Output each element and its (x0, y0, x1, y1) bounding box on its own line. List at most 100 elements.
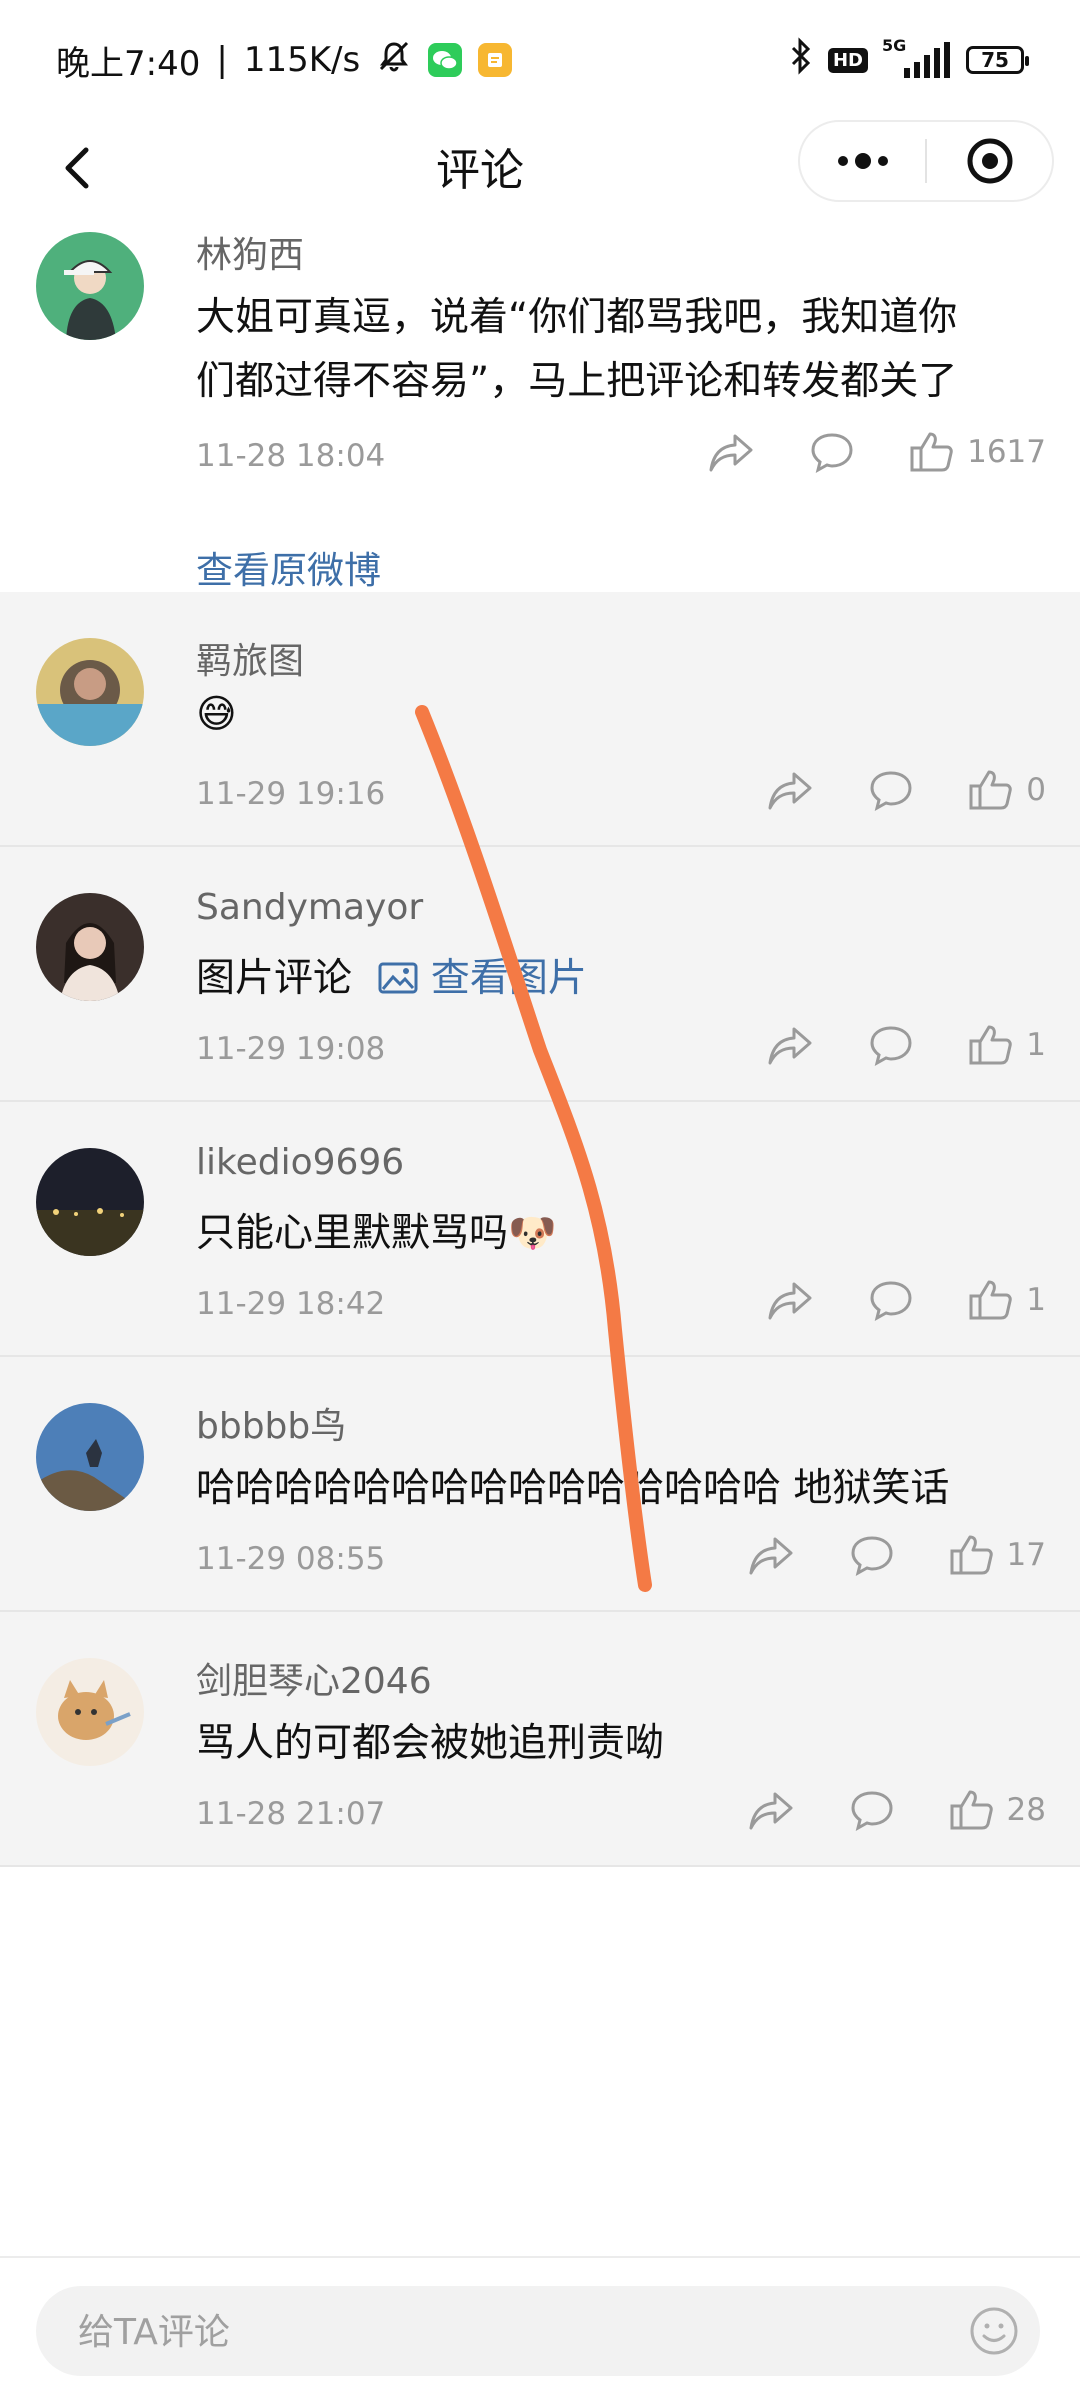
like-button[interactable]: 1 (968, 1023, 1046, 1067)
thumbs-up-icon (950, 1790, 993, 1830)
reply-content-row: 只能心里默默骂吗🐶 (196, 1202, 557, 1258)
reply-button[interactable] (868, 768, 914, 812)
comment-actions: 1617 (707, 430, 1046, 474)
reply-actions: 28 (747, 1788, 1046, 1832)
signal-icon: 5G (882, 36, 952, 80)
mute-icon (376, 38, 412, 83)
reply-button[interactable] (849, 1788, 895, 1832)
reply-actions: 0 (766, 768, 1046, 812)
comment-input[interactable] (76, 2286, 940, 2378)
reply-item: bbbbb鸟 哈哈哈哈哈哈哈哈哈哈哈哈哈哈哈 地狱笑话 11-29 08:55 … (0, 1357, 1080, 1612)
emoji-button[interactable] (968, 2305, 1020, 2357)
avatar[interactable] (36, 638, 144, 746)
reply-time: 11-29 19:08 (196, 1031, 386, 1067)
reply-actions: 1 (766, 1278, 1046, 1322)
reply-item: 剑胆琴心2046 骂人的可都会被她追刑责呦 11-28 21:07 28 (0, 1612, 1080, 1867)
bluetooth-icon (788, 36, 814, 84)
share-button[interactable] (766, 1023, 814, 1067)
thumbs-up-icon (969, 1025, 1013, 1065)
reply-item: Sandymayor 图片评论 查看图片 11-29 19:08 1 (0, 847, 1080, 1102)
share-icon (768, 1282, 812, 1320)
like-button[interactable]: 17 (949, 1533, 1046, 1577)
close-miniprogram-button[interactable] (927, 122, 1052, 200)
miniprogram-capsule (798, 120, 1054, 202)
avatar[interactable] (36, 1148, 144, 1256)
reply-item: likedio9696 只能心里默默骂吗🐶 11-29 18:42 1 (0, 1102, 1080, 1357)
comment-bubble-icon (870, 1281, 912, 1321)
like-count: 0 (1026, 772, 1046, 808)
like-count: 1 (1026, 1027, 1046, 1063)
like-count: 17 (1006, 1537, 1046, 1573)
image-icon (378, 962, 418, 994)
comment-bubble-icon (870, 1026, 912, 1066)
reply-button[interactable] (868, 1023, 914, 1067)
thumbs-up-icon (950, 1535, 993, 1575)
status-left: 晚上7:40 | 115K/s (56, 36, 513, 85)
status-bar: 晚上7:40 | 115K/s HD 5G 75 (0, 0, 1080, 120)
reply-username[interactable]: Sandymayor (196, 887, 423, 928)
avatar[interactable] (36, 893, 144, 1001)
main-comment: 林狗西 大姐可真逗，说着“你们都骂我吧，我知道你 们都过得不容易”，马上把评论和… (0, 212, 1080, 592)
reply-username[interactable]: 羁旅图 (196, 632, 304, 684)
comment-username[interactable]: 林狗西 (196, 226, 304, 278)
comment-box (36, 2286, 1040, 2378)
network-speed: 115K/s (243, 40, 361, 80)
reply-content: 只能心里默默骂吗 (196, 1211, 509, 1256)
more-dots-icon (837, 153, 888, 169)
comment-bubble-icon (811, 433, 853, 473)
reply-time: 11-29 18:42 (196, 1286, 386, 1322)
thumbs-up-icon (910, 432, 953, 472)
reply-content: 哈哈哈哈哈哈哈哈哈哈哈哈哈哈哈 地狱笑话 (196, 1466, 950, 1511)
avatar[interactable] (36, 1403, 144, 1511)
smiley-icon (970, 2307, 1018, 2355)
like-button[interactable]: 1617 (909, 430, 1046, 474)
reply-actions: 17 (747, 1533, 1046, 1577)
thumbs-up-icon (969, 1280, 1013, 1320)
battery-indicator: 75 (966, 46, 1029, 74)
reply-item: 羁旅图 😅 11-29 19:16 0 (0, 592, 1080, 847)
share-icon (749, 1792, 793, 1830)
reply-content-row: 图片评论 查看图片 (196, 947, 587, 1003)
reply-time: 11-29 08:55 (196, 1541, 386, 1577)
thumbs-up-icon (969, 770, 1013, 810)
like-button[interactable]: 28 (949, 1788, 1046, 1832)
share-button[interactable] (766, 768, 814, 812)
comment-time: 11-28 18:04 (196, 438, 386, 474)
like-count: 1617 (967, 434, 1046, 470)
comment-bubble-icon (851, 1791, 893, 1831)
share-button[interactable] (766, 1278, 814, 1322)
comment-content-line1: 大姐可真逗，说着“你们都骂我吧，我知道你 (196, 295, 958, 340)
comment-bubble-icon (851, 1536, 893, 1576)
nav-bar: 评论 (0, 120, 1080, 212)
like-count: 28 (1006, 1792, 1046, 1828)
avatar[interactable] (36, 232, 144, 340)
reply-button[interactable] (849, 1533, 895, 1577)
notes-icon (478, 43, 513, 77)
like-button[interactable]: 0 (968, 768, 1046, 812)
reply-button[interactable] (809, 430, 855, 474)
status-right: HD 5G 75 (788, 36, 1029, 84)
like-count: 1 (1026, 1282, 1046, 1318)
reply-actions: 1 (766, 1023, 1046, 1067)
avatar[interactable] (36, 1658, 144, 1766)
like-button[interactable]: 1 (968, 1278, 1046, 1322)
reply-content: 图片评论 (196, 956, 353, 1001)
share-button[interactable] (707, 430, 755, 474)
more-button[interactable] (800, 122, 925, 200)
reply-username[interactable]: bbbbb鸟 (196, 1397, 346, 1449)
reply-list: 羁旅图 😅 11-29 19:16 0 Sandymayor 图片评论 查看图片… (0, 592, 1080, 1867)
comment-bubble-icon (870, 771, 912, 811)
share-icon (768, 772, 812, 810)
view-image-label: 查看图片 (430, 956, 587, 1001)
reply-content: 😅 (196, 692, 237, 737)
status-separator: | (216, 40, 228, 80)
reply-button[interactable] (868, 1278, 914, 1322)
reply-username[interactable]: 剑胆琴心2046 (196, 1652, 432, 1704)
share-button[interactable] (747, 1788, 795, 1832)
view-image-link[interactable]: 查看图片 (378, 956, 587, 1001)
share-button[interactable] (747, 1533, 795, 1577)
share-icon (768, 1027, 812, 1065)
doge-emoji: 🐶 (508, 1211, 557, 1256)
view-original-link[interactable]: 查看原微博 (196, 540, 381, 594)
reply-username[interactable]: likedio9696 (196, 1142, 404, 1183)
